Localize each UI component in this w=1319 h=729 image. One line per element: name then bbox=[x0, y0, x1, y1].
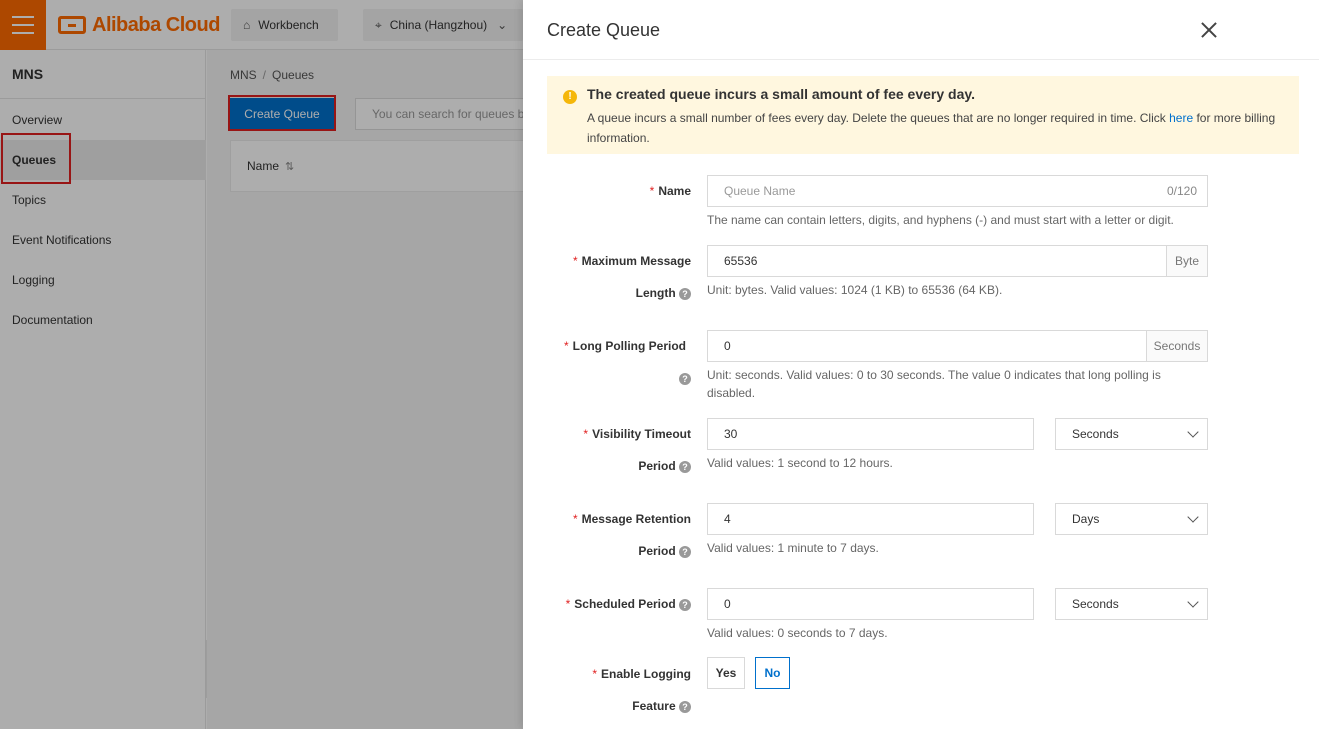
visibility-timeout-label-line2: Period bbox=[638, 459, 676, 473]
scheduled-period-hint: Valid values: 0 seconds to 7 days. bbox=[707, 626, 888, 640]
queue-name-input[interactable]: Queue Name 0/120 bbox=[707, 175, 1208, 207]
drawer-header: Create Queue bbox=[523, 0, 1319, 60]
notice-title: The created queue incurs a small amount … bbox=[587, 86, 975, 102]
visibility-timeout-label: * Visibility Timeout bbox=[543, 426, 691, 442]
close-icon[interactable] bbox=[1199, 20, 1219, 40]
warning-icon: ! bbox=[563, 90, 577, 104]
logging-yes-button[interactable]: Yes bbox=[707, 657, 745, 689]
scheduled-period-unit-select[interactable]: Seconds bbox=[1055, 588, 1208, 620]
message-retention-hint: Valid values: 1 minute to 7 days. bbox=[707, 541, 879, 555]
logging-no-button[interactable]: No bbox=[755, 657, 790, 689]
long-polling-label-text: Long Polling Period bbox=[572, 339, 686, 353]
name-hint: The name can contain letters, digits, an… bbox=[707, 213, 1174, 227]
help-icon[interactable]: ? bbox=[679, 700, 691, 713]
long-polling-label: * Long Polling Period bbox=[543, 338, 686, 354]
chevron-down-icon bbox=[1187, 511, 1199, 523]
visibility-timeout-unit-select[interactable]: Seconds bbox=[1055, 418, 1208, 450]
long-polling-hint: Unit: seconds. Valid values: 0 to 30 sec… bbox=[707, 368, 1161, 400]
required-mark: * bbox=[572, 254, 578, 268]
message-retention-input[interactable]: 4 bbox=[707, 503, 1034, 535]
max-message-length-label-line1: Maximum Message bbox=[581, 254, 691, 268]
visibility-timeout-label-2: Period ? bbox=[543, 458, 691, 474]
message-retention-label-line2: Period bbox=[638, 544, 676, 558]
help-icon[interactable]: ? bbox=[679, 373, 691, 385]
scheduled-period-label: * Scheduled Period ? bbox=[543, 596, 691, 612]
message-retention-label-line1: Message Retention bbox=[581, 512, 691, 526]
max-message-length-label: * Maximum Message bbox=[543, 253, 691, 269]
help-icon[interactable]: ? bbox=[679, 460, 691, 473]
drawer-title: Create Queue bbox=[547, 20, 661, 40]
message-retention-unit-select[interactable]: Days bbox=[1055, 503, 1208, 535]
queue-name-placeholder: Queue Name bbox=[724, 184, 796, 198]
help-icon[interactable]: ? bbox=[679, 598, 691, 611]
message-retention-unit: Days bbox=[1072, 512, 1100, 526]
notice-text: A queue incurs a small number of fees ev… bbox=[587, 108, 1283, 148]
required-mark: * bbox=[592, 667, 597, 681]
enable-logging-label-2: Feature ? bbox=[543, 698, 691, 714]
visibility-timeout-unit: Seconds bbox=[1072, 427, 1119, 441]
max-message-length-input[interactable]: 65536 bbox=[707, 245, 1167, 277]
help-icon[interactable]: ? bbox=[679, 287, 691, 300]
billing-link[interactable]: here bbox=[1169, 111, 1193, 125]
required-mark: * bbox=[565, 597, 571, 611]
required-mark: * bbox=[649, 184, 655, 198]
long-polling-input[interactable]: 0 bbox=[707, 330, 1147, 362]
max-message-length-label-line2: Length bbox=[635, 286, 676, 300]
enable-logging-label: * Enable Logging bbox=[543, 666, 691, 682]
max-message-length-hint: Unit: bytes. Valid values: 1024 (1 KB) t… bbox=[707, 283, 1003, 297]
scheduled-period-unit: Seconds bbox=[1072, 597, 1119, 611]
required-mark: * bbox=[572, 512, 578, 526]
fee-notice: ! The created queue incurs a small amoun… bbox=[547, 76, 1299, 154]
visibility-timeout-label-line1: Visibility Timeout bbox=[592, 427, 691, 441]
help-icon[interactable]: ? bbox=[679, 545, 691, 558]
required-mark: * bbox=[583, 427, 589, 441]
chevron-down-icon bbox=[1187, 596, 1199, 608]
max-message-length-unit: Byte bbox=[1167, 245, 1208, 277]
visibility-timeout-hint: Valid values: 1 second to 12 hours. bbox=[707, 456, 893, 470]
visibility-timeout-input[interactable]: 30 bbox=[707, 418, 1034, 450]
enable-logging-label-line2: Feature bbox=[632, 699, 676, 713]
chevron-down-icon bbox=[1187, 426, 1199, 438]
name-label-text: Name bbox=[658, 184, 691, 198]
queue-name-counter: 0/120 bbox=[1166, 184, 1197, 198]
required-mark: * bbox=[564, 339, 569, 353]
scheduled-period-label-text: Scheduled Period bbox=[574, 597, 676, 611]
long-polling-unit: Seconds bbox=[1147, 330, 1208, 362]
message-retention-label-2: Period ? bbox=[543, 543, 691, 559]
message-retention-label: * Message Retention bbox=[543, 511, 691, 527]
create-queue-drawer: Create Queue ! The created queue incurs … bbox=[523, 0, 1319, 729]
name-label: * Name bbox=[563, 183, 691, 199]
max-message-length-label-2: Length ? bbox=[543, 285, 691, 301]
scheduled-period-input[interactable]: 0 bbox=[707, 588, 1034, 620]
notice-text-before: A queue incurs a small number of fees ev… bbox=[587, 111, 1170, 125]
enable-logging-label-line1: Enable Logging bbox=[601, 667, 691, 681]
